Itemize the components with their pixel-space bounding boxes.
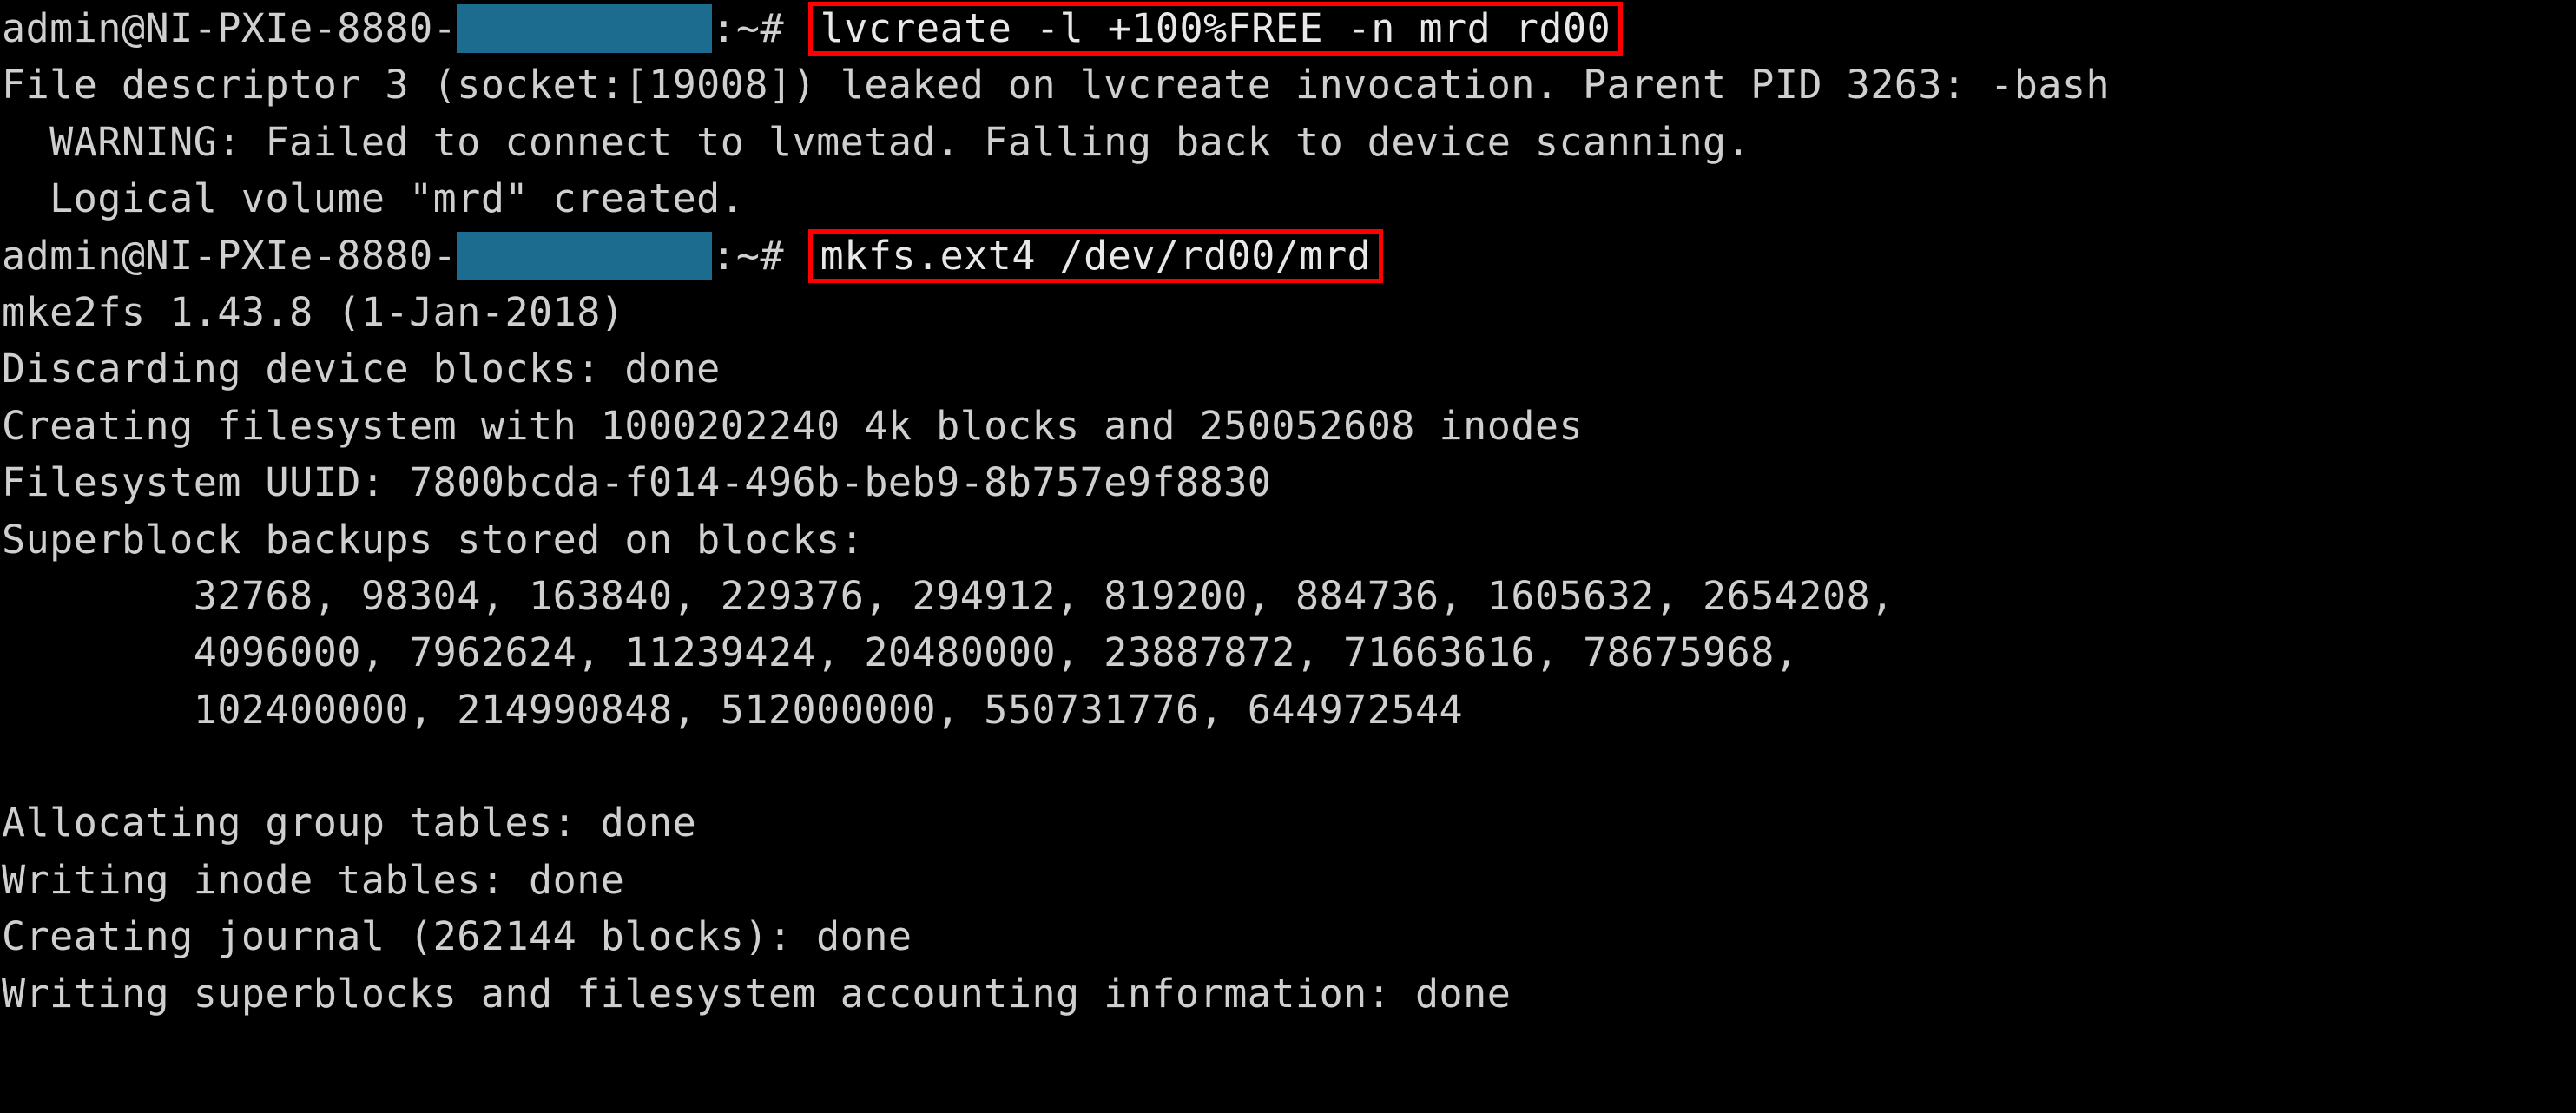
terminal-output-line: Discarding device blocks: done bbox=[0, 340, 2576, 397]
terminal-output-line: Writing superblocks and filesystem accou… bbox=[0, 965, 2576, 1022]
highlighted-command[interactable]: lvcreate -l +100%FREE -n mrd rd00 bbox=[807, 2, 1624, 56]
terminal-output-line: File descriptor 3 (socket:[19008]) leake… bbox=[0, 56, 2576, 113]
output-text: Discarding device blocks: done bbox=[2, 346, 721, 392]
terminal-output-line: Logical volume "mrd" created. bbox=[0, 170, 2576, 227]
prompt-spacer bbox=[784, 233, 808, 279]
output-text: mke2fs 1.43.8 (1-Jan-2018) bbox=[2, 288, 625, 335]
prompt-user-host: admin@NI-PXIe-8880- bbox=[2, 5, 458, 51]
terminal-prompt-line: admin@NI-PXIe-8880- :~# mkfs.ext4 /dev/rd… bbox=[0, 227, 2576, 284]
prompt-spacer bbox=[784, 5, 808, 51]
prompt-tail: :~# bbox=[712, 5, 785, 51]
terminal-output-line: 4096000, 7962624, 11239424, 20480000, 23… bbox=[0, 624, 2576, 681]
output-text: Writing superblocks and filesystem accou… bbox=[2, 970, 1512, 1017]
output-text: Creating filesystem with 1000202240 4k b… bbox=[2, 402, 1584, 449]
output-text: Superblock backups stored on blocks: bbox=[2, 516, 865, 563]
output-text: Writing inode tables: done bbox=[2, 856, 625, 903]
output-text: Filesystem UUID: 7800bcda-f014-496b-beb9… bbox=[2, 459, 1272, 506]
terminal-output-line: Superblock backups stored on blocks: bbox=[0, 511, 2576, 568]
output-text: Allocating group tables: done bbox=[2, 800, 697, 846]
hostname-redaction-box bbox=[457, 231, 713, 280]
terminal-output-line: Creating journal (262144 blocks): done bbox=[0, 908, 2576, 965]
hostname-redaction-box bbox=[457, 4, 713, 53]
output-text: 32768, 98304, 163840, 229376, 294912, 81… bbox=[2, 572, 1894, 619]
terminal-output-line: 102400000, 214990848, 512000000, 5507317… bbox=[0, 682, 2576, 738]
terminal-output-line: Allocating group tables: done bbox=[0, 794, 2576, 851]
terminal-output-line: 32768, 98304, 163840, 229376, 294912, 81… bbox=[0, 568, 2576, 624]
terminal-prompt-line: admin@NI-PXIe-8880- :~# lvcreate -l +100%… bbox=[0, 0, 2576, 56]
output-text: WARNING: Failed to connect to lvmetad. F… bbox=[2, 118, 1751, 165]
terminal-output-line: Writing inode tables: done bbox=[0, 852, 2576, 908]
output-text: 4096000, 7962624, 11239424, 20480000, 23… bbox=[2, 629, 1799, 676]
prompt-user-host: admin@NI-PXIe-8880- bbox=[2, 232, 458, 279]
output-text: File descriptor 3 (socket:[19008]) leake… bbox=[2, 62, 2111, 109]
terminal-output-line: Filesystem UUID: 7800bcda-f014-496b-beb9… bbox=[0, 454, 2576, 510]
highlighted-command[interactable]: mkfs.ext4 /dev/rd00/mrd bbox=[807, 228, 1384, 283]
output-text: 102400000, 214990848, 512000000, 5507317… bbox=[2, 686, 1464, 733]
terminal-output-line: WARNING: Failed to connect to lvmetad. F… bbox=[0, 114, 2576, 170]
terminal-output-line: mke2fs 1.43.8 (1-Jan-2018) bbox=[0, 284, 2576, 340]
prompt-tail: :~# bbox=[712, 232, 785, 279]
output-text: Creating journal (262144 blocks): done bbox=[2, 913, 912, 960]
terminal-output-line: Creating filesystem with 1000202240 4k b… bbox=[0, 398, 2576, 454]
output-text: Logical volume "mrd" created. bbox=[2, 175, 745, 222]
terminal-window[interactable]: admin@NI-PXIe-8880- :~# lvcreate -l +100%… bbox=[0, 0, 2576, 1113]
